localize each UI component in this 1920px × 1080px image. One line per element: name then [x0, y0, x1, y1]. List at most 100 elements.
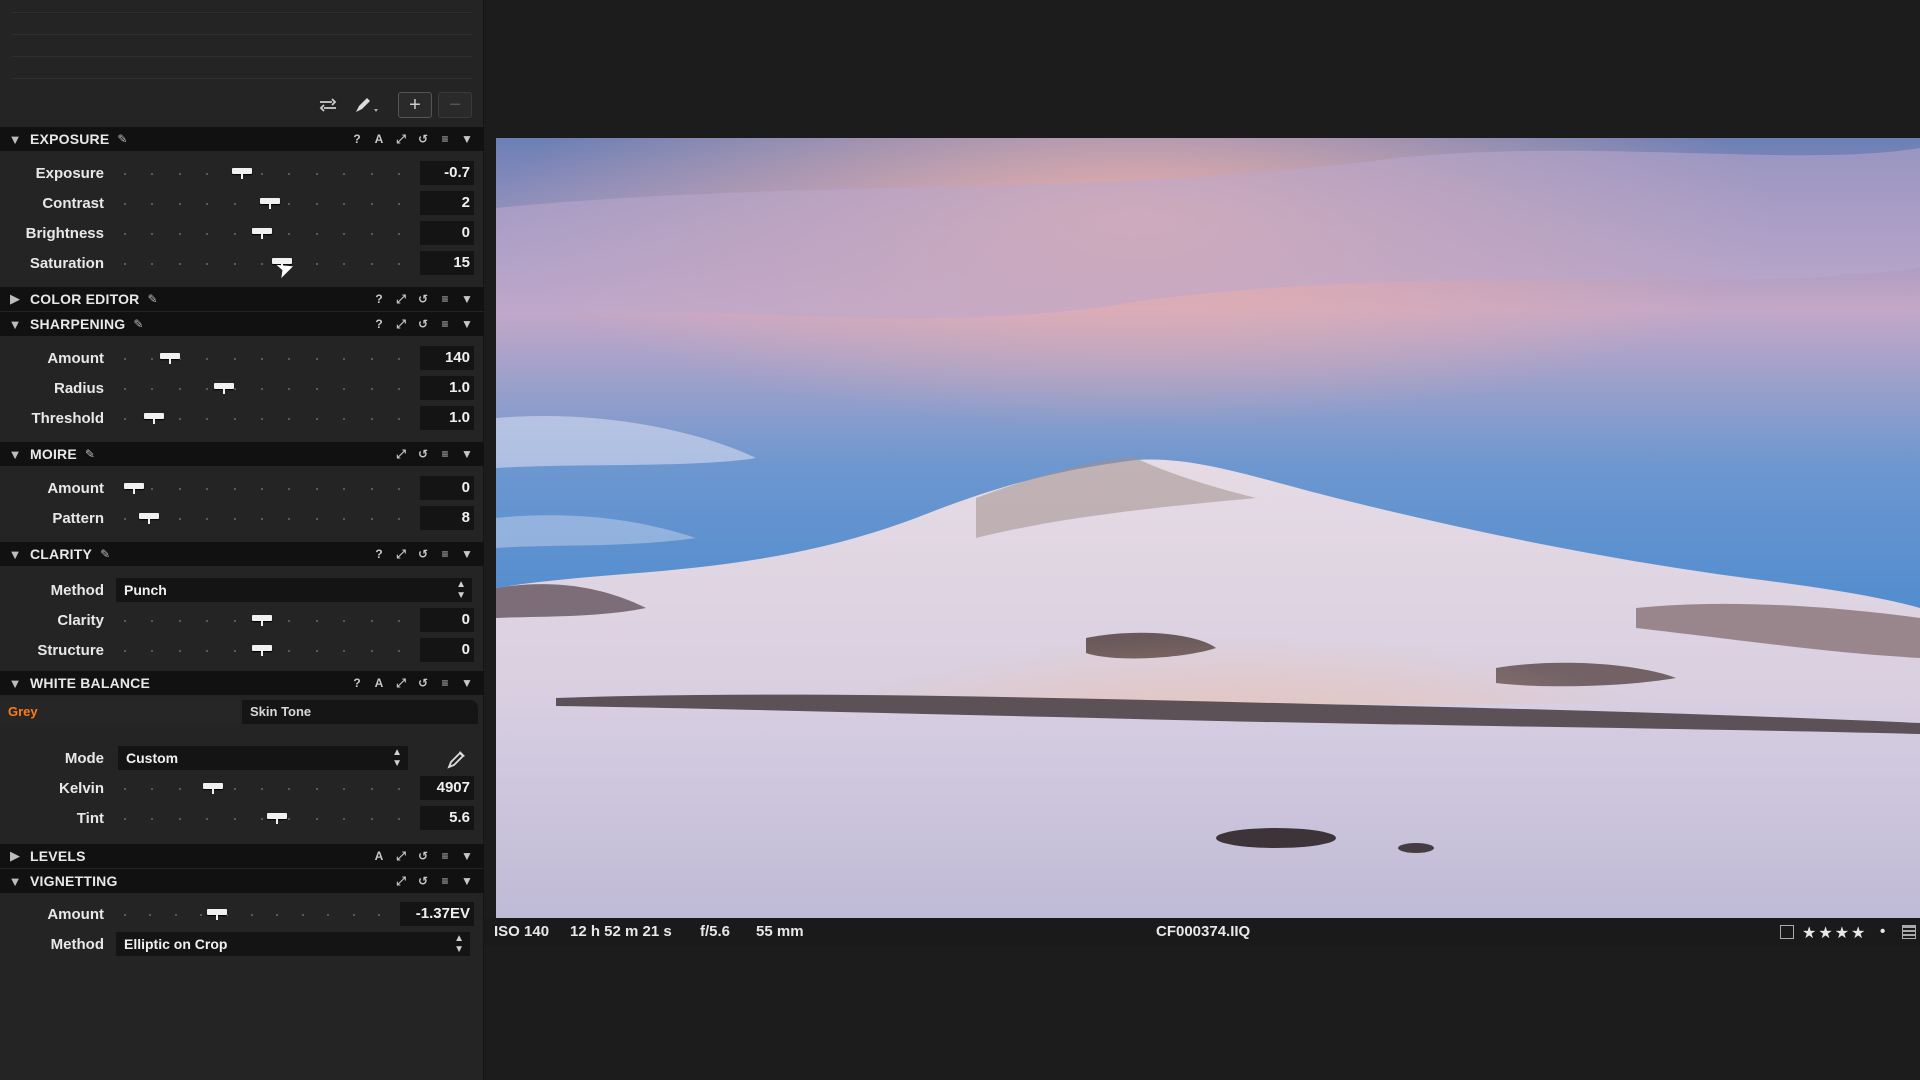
dropdown-icon[interactable]: ▼ — [456, 292, 478, 306]
presets-icon[interactable]: ≡ — [434, 547, 456, 561]
copy-apply-icon[interactable]: ⤢ — [390, 874, 412, 889]
section-sharpening[interactable]: ▼ SHARPENING ✎ ? ⤢ ↺ ≡ ▼ — [0, 312, 484, 336]
slider-track[interactable] — [124, 909, 380, 920]
slider-track[interactable] — [124, 353, 400, 364]
presets-icon[interactable]: ≡ — [434, 132, 456, 146]
slider-track[interactable] — [124, 228, 400, 239]
brush-icon[interactable] — [350, 92, 384, 118]
tab-grey[interactable]: Grey — [0, 700, 240, 724]
expanded-arrow-icon[interactable]: ▼ — [0, 676, 30, 691]
expanded-arrow-icon[interactable]: ▼ — [0, 874, 30, 889]
copy-apply-icon[interactable]: ⤢ — [390, 849, 412, 864]
presets-icon[interactable]: ≡ — [434, 874, 456, 888]
presets-icon[interactable]: ≡ — [434, 317, 456, 331]
section-moire[interactable]: ▼ MOIRE ✎ ⤢ ↺ ≡ ▼ — [0, 442, 484, 466]
slider-thumb[interactable] — [144, 413, 164, 424]
section-clarity[interactable]: ▼ CLARITY ✎ ? ⤢ ↺ ≡ ▼ — [0, 542, 484, 566]
copy-apply-icon[interactable]: ⤢ — [390, 547, 412, 562]
dropdown-icon[interactable]: ▼ — [456, 317, 478, 331]
expanded-arrow-icon[interactable]: ▼ — [0, 547, 30, 562]
slider-track[interactable] — [124, 483, 400, 494]
slider-value-field[interactable]: 4907 — [420, 776, 474, 800]
slider-thumb[interactable] — [252, 645, 272, 656]
slider-value-field[interactable]: -0.7 — [420, 161, 474, 185]
section-vignetting[interactable]: ▼ VIGNETTING ⤢ ↺ ≡ ▼ — [0, 869, 484, 893]
help-icon[interactable]: ? — [368, 292, 390, 306]
dropdown-icon[interactable]: ▼ — [456, 547, 478, 561]
slider-value-field[interactable]: 0 — [420, 608, 474, 632]
star-rating[interactable]: ★★★★ — [1802, 923, 1867, 943]
auto-icon[interactable]: A — [368, 676, 390, 690]
slider-thumb[interactable] — [260, 198, 280, 209]
expanded-arrow-icon[interactable]: ▼ — [0, 317, 30, 332]
slider-value-field[interactable]: 1.0 — [420, 376, 474, 400]
slider-track[interactable] — [124, 813, 400, 824]
copy-apply-icon[interactable]: ⤢ — [390, 676, 412, 691]
section-white-balance[interactable]: ▼ WHITE BALANCE ? A ⤢ ↺ ≡ ▼ — [0, 671, 484, 695]
section-exposure[interactable]: ▼ EXPOSURE ✎ ? A ⤢ ↺ ≡ ▼ — [0, 127, 484, 151]
collapsed-arrow-icon[interactable]: ▶ — [0, 291, 30, 307]
slider-thumb[interactable] — [267, 813, 287, 824]
slider-thumb[interactable] — [232, 168, 252, 179]
expanded-arrow-icon[interactable]: ▼ — [0, 447, 30, 462]
slider-value-field[interactable]: 8 — [420, 506, 474, 530]
auto-icon[interactable]: A — [368, 849, 390, 863]
slider-thumb[interactable] — [252, 228, 272, 239]
presets-icon[interactable]: ≡ — [434, 447, 456, 461]
slider-track[interactable] — [124, 383, 400, 394]
slider-value-field[interactable]: 15 — [420, 251, 474, 275]
reset-icon[interactable]: ↺ — [412, 447, 434, 461]
presets-icon[interactable]: ≡ — [434, 292, 456, 306]
slider-thumb[interactable] — [207, 909, 227, 920]
vignetting-method-select[interactable]: Elliptic on Crop ▲ ▼ — [116, 932, 470, 956]
slider-value-field[interactable]: -1.37EV — [400, 902, 474, 926]
slider-thumb[interactable] — [203, 783, 223, 794]
slider-track[interactable] — [124, 513, 400, 524]
slider-track[interactable] — [124, 258, 400, 269]
reset-icon[interactable]: ↺ — [412, 317, 434, 331]
auto-icon[interactable]: A — [368, 132, 390, 146]
slider-value-field[interactable]: 140 — [420, 346, 474, 370]
reset-icon[interactable]: ↺ — [412, 849, 434, 863]
dropdown-icon[interactable]: ▼ — [456, 447, 478, 461]
slider-thumb[interactable] — [214, 383, 234, 394]
reset-icon[interactable]: ↺ — [412, 547, 434, 561]
slider-thumb[interactable] — [160, 353, 180, 364]
slider-thumb[interactable] — [139, 513, 159, 524]
slider-value-field[interactable]: 0 — [420, 476, 474, 500]
eyedropper-icon[interactable] — [446, 748, 470, 772]
help-icon[interactable]: ? — [346, 676, 368, 690]
tab-skin-tone[interactable]: Skin Tone — [242, 700, 478, 724]
adjust-icon[interactable] — [316, 92, 340, 118]
slider-thumb[interactable] — [124, 483, 144, 494]
help-icon[interactable]: ? — [368, 547, 390, 561]
color-tag-checkbox[interactable] — [1780, 925, 1794, 939]
copy-apply-icon[interactable]: ⤢ — [390, 292, 412, 307]
reset-icon[interactable]: ↺ — [412, 676, 434, 690]
section-color-editor[interactable]: ▶ COLOR EDITOR ✎ ? ⤢ ↺ ≡ ▼ — [0, 287, 484, 311]
wb-mode-select[interactable]: Custom ▲ ▼ — [118, 746, 408, 770]
dropdown-icon[interactable]: ▼ — [456, 849, 478, 863]
presets-icon[interactable]: ≡ — [434, 849, 456, 863]
dropdown-icon[interactable]: ▼ — [456, 132, 478, 146]
section-levels[interactable]: ▶ LEVELS A ⤢ ↺ ≡ ▼ — [0, 844, 484, 868]
help-icon[interactable]: ? — [346, 132, 368, 146]
slider-value-field[interactable]: 5.6 — [420, 806, 474, 830]
slider-thumb[interactable] — [252, 615, 272, 626]
presets-icon[interactable]: ≡ — [434, 676, 456, 690]
clarity-method-select[interactable]: Punch ▲ ▼ — [116, 578, 472, 602]
copy-apply-icon[interactable]: ⤢ — [390, 132, 412, 147]
copy-apply-icon[interactable]: ⤢ — [390, 447, 412, 462]
dropdown-icon[interactable]: ▼ — [456, 874, 478, 888]
help-icon[interactable]: ? — [368, 317, 390, 331]
metadata-icon[interactable] — [1902, 925, 1916, 939]
add-layer-button[interactable]: + — [398, 92, 432, 118]
slider-track[interactable] — [124, 783, 400, 794]
expanded-arrow-icon[interactable]: ▼ — [0, 132, 30, 147]
reset-icon[interactable]: ↺ — [412, 292, 434, 306]
dropdown-icon[interactable]: ▼ — [456, 676, 478, 690]
slider-value-field[interactable]: 0 — [420, 221, 474, 245]
slider-value-field[interactable]: 2 — [420, 191, 474, 215]
reset-icon[interactable]: ↺ — [412, 132, 434, 146]
remove-layer-button[interactable]: − — [438, 92, 472, 118]
